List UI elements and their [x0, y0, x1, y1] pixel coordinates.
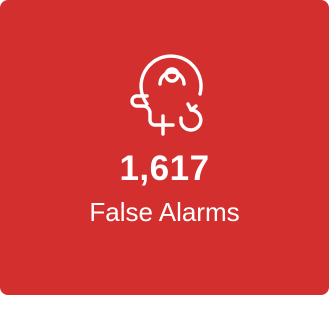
- alarm-bell-icon: [121, 44, 217, 140]
- false-alarms-count: 1,617: [119, 149, 210, 188]
- false-alarms-label: False Alarms: [89, 197, 240, 227]
- false-alarms-card[interactable]: 1,617 False Alarms: [0, 0, 329, 295]
